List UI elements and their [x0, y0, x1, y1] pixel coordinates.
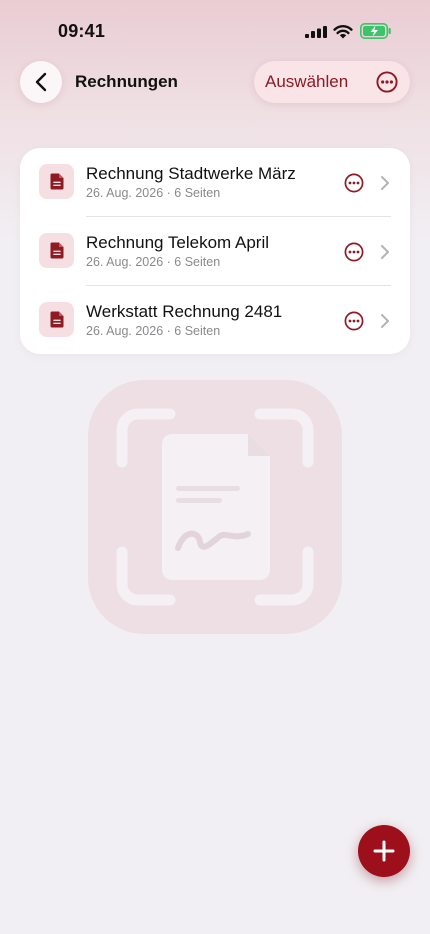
plus-icon: [373, 840, 395, 862]
status-bar: 09:41: [0, 0, 430, 60]
document-date: 26. Aug. 2026: [86, 255, 164, 269]
document-icon-tile: [39, 164, 74, 199]
document-date: 26. Aug. 2026: [86, 186, 164, 200]
document-title: Rechnung Telekom April: [86, 233, 270, 252]
ellipsis-circle-icon[interactable]: [344, 242, 364, 262]
document-icon: [50, 173, 63, 190]
document-meta: 26. Aug. 2026 · 6 Seiten: [86, 186, 220, 200]
document-title: Rechnung Stadtwerke März: [86, 164, 296, 183]
meta-separator: ·: [166, 186, 171, 200]
document-pages: 6 Seiten: [174, 255, 221, 269]
document-icon: [50, 311, 63, 328]
document-meta: 26. Aug. 2026 · 6 Seiten: [86, 324, 220, 338]
document-scanner-watermark-icon: [88, 380, 342, 634]
meta-separator: ·: [166, 324, 171, 338]
wifi-icon: [333, 25, 353, 39]
chevron-right-icon: [381, 245, 389, 259]
chevron-right-icon: [381, 314, 389, 328]
back-button[interactable]: [20, 61, 62, 103]
status-time: 09:41: [58, 21, 106, 41]
document-pages: 6 Seiten: [174, 186, 221, 200]
document-title: Werkstatt Rechnung 2481: [86, 302, 283, 321]
document-icon: [50, 242, 63, 259]
battery-charging-icon: [360, 23, 391, 39]
ellipsis-circle-icon[interactable]: [344, 311, 364, 331]
document-row[interactable]: Werkstatt Rechnung 2481 26. Aug. 2026 · …: [20, 286, 410, 355]
document-pages: 6 Seiten: [174, 324, 221, 338]
meta-separator: ·: [166, 255, 171, 269]
signal-icon: [305, 26, 327, 38]
add-document-button[interactable]: [358, 825, 410, 877]
document-row[interactable]: Rechnung Stadtwerke März 26. Aug. 2026 ·…: [20, 148, 410, 217]
ellipsis-circle-icon[interactable]: [344, 173, 364, 193]
chevron-right-icon: [381, 176, 389, 190]
page-title: Rechnungen: [75, 72, 178, 91]
select-button[interactable]: Auswählen: [265, 61, 348, 103]
document-meta: 26. Aug. 2026 · 6 Seiten: [86, 255, 220, 269]
document-icon-tile: [39, 233, 74, 268]
ellipsis-circle-icon[interactable]: [376, 71, 398, 93]
document-row[interactable]: Rechnung Telekom April 26. Aug. 2026 · 6…: [20, 217, 410, 286]
document-list: Rechnung Stadtwerke März 26. Aug. 2026 ·…: [20, 148, 410, 354]
nav-actions-pill: Auswählen: [254, 61, 410, 103]
document-date: 26. Aug. 2026: [86, 324, 164, 338]
document-icon-tile: [39, 302, 74, 337]
chevron-left-icon: [35, 72, 47, 92]
